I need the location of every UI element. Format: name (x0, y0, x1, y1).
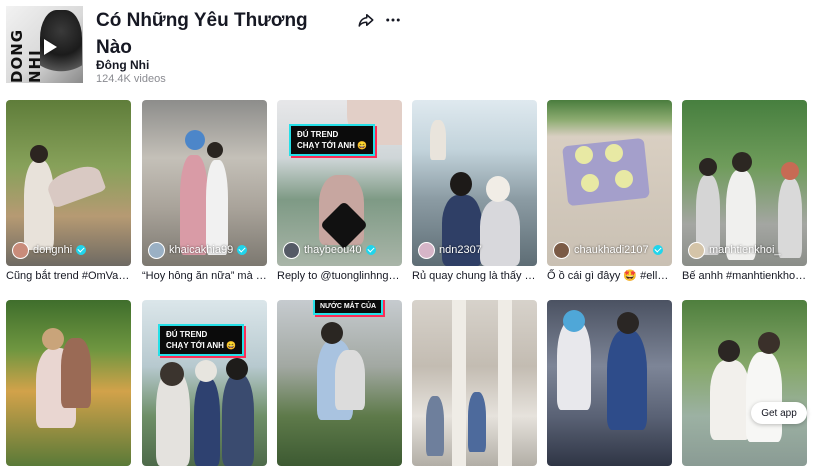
creator-tag[interactable]: khaicakhia99 (148, 241, 248, 259)
trend-badge: NƯỚC MẮT CỦA (313, 300, 384, 315)
creator-avatar (148, 241, 165, 259)
video-thumbnail[interactable] (682, 300, 807, 466)
trend-badge: ĐÚ TREND CHẠY TỚI ANH 😄 (289, 124, 376, 156)
creator-name: manhtienkhoi_ (709, 244, 781, 256)
video-caption[interactable]: “Hoy hông ăn nữa” mà đ... (142, 269, 267, 283)
artist-name[interactable]: Đông Nhi (96, 58, 149, 72)
cover-text: DONG NHI (8, 28, 44, 83)
video-caption[interactable]: Reply to @tuonglinhngu... (277, 269, 402, 283)
verified-badge-icon (76, 245, 87, 255)
share-arrow-icon[interactable] (357, 11, 375, 29)
creator-tag[interactable]: ndn2307 (418, 241, 482, 259)
trend-badge: ĐÚ TREND CHẠY TỚI ANH 😄 (158, 324, 245, 356)
video-thumbnail[interactable] (412, 300, 537, 466)
creator-name: ndn2307 (439, 244, 482, 256)
play-icon[interactable] (44, 39, 57, 55)
creator-tag[interactable]: thaybeou40 (283, 241, 376, 259)
get-app-button[interactable]: Get app (751, 402, 807, 424)
verified-badge-icon (237, 245, 248, 255)
music-header: DONG NHI Có Những Yêu Thương Nào Đông Nh… (0, 0, 813, 92)
video-caption[interactable]: Cũng bắt trend #OmVaoTrend ... (6, 269, 131, 283)
creator-avatar (418, 241, 435, 259)
album-cover[interactable]: DONG NHI (6, 6, 83, 83)
creator-tag[interactable]: manhtienkhoi_ (688, 241, 781, 259)
creator-tag[interactable]: chaukhadi2107 (553, 241, 663, 259)
verified-badge-icon (652, 245, 663, 255)
video-thumbnail[interactable]: ĐÚ TREND CHẠY TỚI ANH 😄 (142, 300, 267, 466)
music-title: Có Những Yêu Thương Nào (96, 10, 308, 58)
creator-avatar (553, 241, 570, 259)
creator-name: khaicakhia99 (169, 244, 234, 256)
verified-badge-icon (365, 245, 376, 255)
video-count: 124.4K videos (96, 73, 166, 85)
creator-avatar (12, 241, 29, 259)
creator-avatar (688, 241, 705, 259)
video-caption[interactable]: Ố ồ cái gì đâyy 🤩 #ella... (547, 269, 672, 283)
video-caption[interactable]: Bế anhh #manhtienkhoi ... (682, 269, 807, 283)
video-thumbnail[interactable]: NƯỚC MẮT CỦA (277, 300, 402, 466)
video-thumbnail[interactable] (6, 300, 131, 466)
video-thumbnail[interactable] (547, 300, 672, 466)
creator-name: dongnhi (33, 244, 73, 256)
creator-name: chaukhadi2107 (574, 244, 649, 256)
more-horizontal-icon[interactable] (384, 11, 402, 29)
creator-avatar (283, 241, 300, 259)
creator-tag[interactable]: dongnhi (12, 241, 87, 259)
creator-name: thaybeou40 (304, 244, 362, 256)
video-caption[interactable]: Rủ quay chung là thấy n... (412, 269, 537, 283)
